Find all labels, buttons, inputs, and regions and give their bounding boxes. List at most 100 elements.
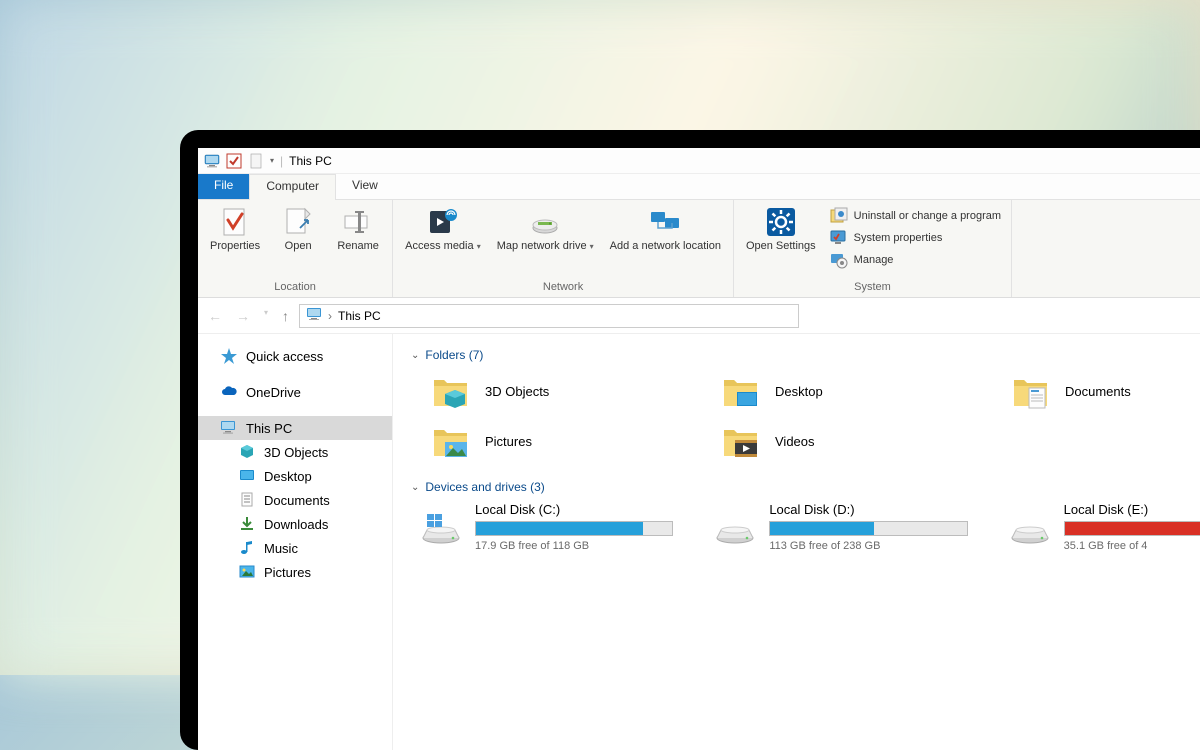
drive-info: Local Disk (D:) 113 GB free of 238 GB — [769, 502, 967, 552]
access-media-button[interactable]: Access media ▾ — [399, 204, 487, 255]
drive-name: Local Disk (C:) — [475, 502, 673, 517]
drive-icon — [419, 502, 463, 546]
nav-forward-button[interactable]: → — [234, 306, 252, 326]
drive-capacity-bar — [1064, 521, 1200, 536]
drive-item[interactable]: Local Disk (D:) 113 GB free of 238 GB — [713, 502, 967, 552]
sidebar-3d-objects-label: 3D Objects — [264, 445, 328, 460]
documents-folder-icon — [1011, 370, 1053, 412]
manage-label: Manage — [854, 254, 894, 266]
3d-objects-folder-icon — [431, 370, 473, 412]
sidebar-desktop[interactable]: Desktop — [198, 464, 392, 488]
system-properties-label: System properties — [854, 232, 943, 244]
drive-capacity-bar — [475, 521, 673, 536]
add-location-icon — [649, 206, 681, 238]
nav-back-button[interactable]: ← — [206, 306, 224, 326]
this-pc-icon — [204, 153, 220, 169]
address-bar[interactable]: › This PC — [299, 304, 799, 328]
drive-free-text: 17.9 GB free of 118 GB — [475, 540, 673, 552]
folder-desktop[interactable]: Desktop — [721, 370, 951, 412]
folder-desktop-label: Desktop — [775, 384, 823, 399]
this-pc-icon — [220, 419, 238, 437]
pictures-folder-icon — [431, 420, 473, 462]
sidebar-pictures[interactable]: Pictures — [198, 560, 392, 584]
sidebar-music[interactable]: Music — [198, 536, 392, 560]
sidebar-documents-label: Documents — [264, 493, 330, 508]
desktop-icon — [238, 467, 256, 485]
add-location-button[interactable]: Add a network location — [604, 204, 727, 255]
downloads-icon — [238, 515, 256, 533]
tab-computer[interactable]: Computer — [249, 174, 336, 200]
location-group-label: Location — [204, 278, 386, 297]
folders-grid: 3D Objects Desktop Documents — [431, 370, 1200, 462]
folders-section-title: Folders (7) — [425, 348, 483, 362]
sidebar-pictures-label: Pictures — [264, 565, 311, 580]
drive-item[interactable]: Local Disk (C:) 17.9 GB free of 118 GB — [419, 502, 673, 552]
open-settings-label: Open Settings — [746, 240, 816, 253]
folders-section-header[interactable]: ⌄ Folders (7) — [411, 348, 1200, 362]
map-drive-button[interactable]: Map network drive ▾ — [491, 204, 600, 255]
manage-icon — [830, 251, 848, 269]
nav-history-dropdown[interactable]: ▾ — [262, 306, 270, 326]
3d-objects-icon — [238, 443, 256, 461]
network-group-label: Network — [399, 278, 727, 297]
ribbon-tabs: File Computer View — [198, 174, 1200, 200]
drives-section-header[interactable]: ⌄ Devices and drives (3) — [411, 480, 1200, 494]
tab-file[interactable]: File — [198, 174, 249, 199]
properties-button[interactable]: Properties — [204, 204, 266, 255]
folder-videos[interactable]: Videos — [721, 420, 951, 462]
drive-capacity-fill — [476, 522, 643, 535]
uninstall-icon — [830, 207, 848, 225]
tab-view[interactable]: View — [336, 174, 394, 199]
ribbon-group-location: Properties Open Rename Location — [198, 200, 393, 297]
title-bar: ▾ | This PC — [198, 148, 1200, 174]
drive-name: Local Disk (D:) — [769, 502, 967, 517]
sidebar-onedrive-label: OneDrive — [246, 385, 301, 400]
monitor-bezel: ▾ | This PC File Computer View Propertie… — [180, 130, 1200, 750]
sidebar-documents[interactable]: Documents — [198, 488, 392, 512]
open-button[interactable]: Open — [270, 204, 326, 255]
address-location[interactable]: This PC — [338, 309, 381, 323]
ribbon-group-system: Open Settings Uninstall or change a prog… — [734, 200, 1012, 297]
document-icon[interactable] — [248, 153, 264, 169]
desktop-folder-icon — [721, 370, 763, 412]
manage-button[interactable]: Manage — [826, 250, 1005, 270]
qat-dropdown-icon[interactable]: ▾ — [270, 156, 274, 165]
add-location-label: Add a network location — [610, 240, 721, 253]
sidebar-desktop-label: Desktop — [264, 469, 312, 484]
map-drive-icon — [529, 206, 561, 238]
sidebar-quick-access-label: Quick access — [246, 349, 323, 364]
rename-button[interactable]: Rename — [330, 204, 386, 255]
rename-icon — [342, 206, 374, 238]
sidebar-onedrive[interactable]: OneDrive — [198, 380, 392, 404]
sidebar-this-pc[interactable]: This PC — [198, 416, 392, 440]
folder-documents-label: Documents — [1065, 384, 1131, 399]
address-this-pc-icon — [306, 306, 322, 325]
folder-documents[interactable]: Documents — [1011, 370, 1200, 412]
drive-capacity-fill — [770, 522, 874, 535]
sidebar-downloads[interactable]: Downloads — [198, 512, 392, 536]
checkmark-icon[interactable] — [226, 153, 242, 169]
uninstall-button[interactable]: Uninstall or change a program — [826, 206, 1005, 226]
drive-item[interactable]: Local Disk (E:) 35.1 GB free of 4 — [1008, 502, 1200, 552]
chevron-down-icon: ⌄ — [411, 350, 419, 361]
open-settings-button[interactable]: Open Settings — [740, 204, 822, 255]
window-title: This PC — [289, 154, 332, 168]
drive-free-text: 113 GB free of 238 GB — [769, 540, 967, 552]
onedrive-cloud-icon — [220, 383, 238, 401]
folder-pictures[interactable]: Pictures — [431, 420, 661, 462]
nav-arrows: ← → ▾ ↑ — [206, 306, 291, 326]
system-group-label: System — [740, 278, 1005, 297]
properties-label: Properties — [210, 240, 260, 253]
drive-capacity-fill — [1065, 522, 1200, 535]
sidebar-quick-access[interactable]: Quick access — [198, 344, 392, 368]
navigation-bar: ← → ▾ ↑ › This PC — [198, 298, 1200, 334]
address-chevron-icon[interactable]: › — [328, 309, 332, 323]
settings-gear-icon — [765, 206, 797, 238]
sidebar-music-label: Music — [264, 541, 298, 556]
sidebar-3d-objects[interactable]: 3D Objects — [198, 440, 392, 464]
system-properties-button[interactable]: System properties — [826, 228, 1005, 248]
sidebar-this-pc-label: This PC — [246, 421, 292, 436]
folder-3d-objects[interactable]: 3D Objects — [431, 370, 661, 412]
drive-capacity-bar — [769, 521, 967, 536]
nav-up-button[interactable]: ↑ — [280, 306, 291, 326]
